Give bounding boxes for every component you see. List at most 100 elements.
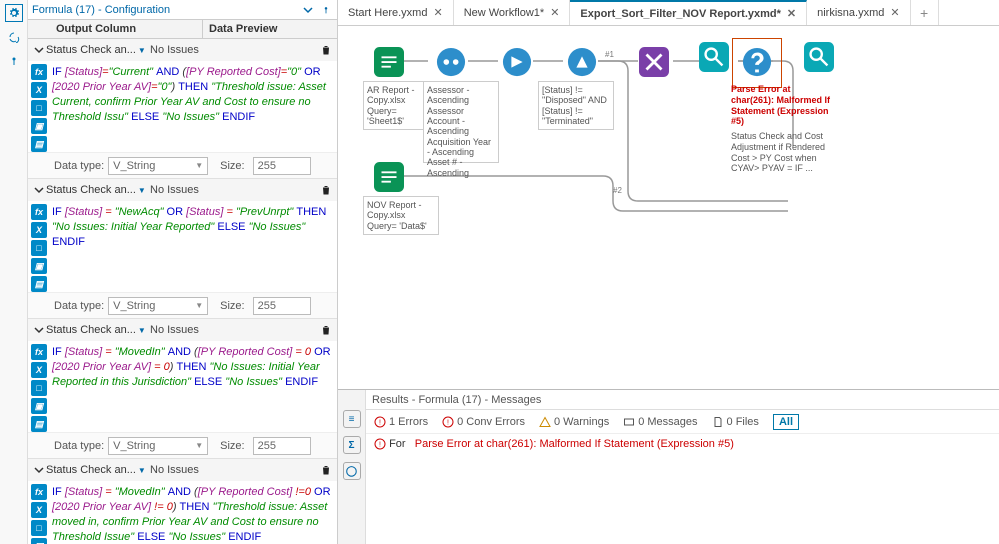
node-formula[interactable] bbox=[741, 46, 773, 78]
option-icon[interactable]: ▤ bbox=[31, 276, 47, 292]
results-side-tabs: ≡ Σ ◯ bbox=[338, 390, 366, 544]
results-row-label: For bbox=[389, 438, 406, 450]
close-icon[interactable]: ✕ bbox=[787, 7, 796, 20]
formula-block: Status Check an...▼No IssuesfxX□▣▤IF [St… bbox=[28, 459, 337, 544]
filter-errors[interactable]: !1 Errors bbox=[374, 416, 428, 428]
anchor-hash2: #2 bbox=[613, 186, 622, 195]
recycle-icon[interactable] bbox=[5, 28, 23, 46]
node-input-ar-report[interactable] bbox=[373, 46, 405, 78]
fx-icon[interactable]: fx bbox=[31, 204, 47, 220]
fx-icon[interactable]: fx bbox=[31, 344, 47, 360]
delete-formula-button[interactable] bbox=[319, 463, 333, 477]
close-icon[interactable]: ✕ bbox=[550, 6, 559, 19]
results-filter-bar: !1 Errors !0 Conv Errors 0 Warnings 0 Me… bbox=[366, 410, 999, 434]
expand-caret[interactable] bbox=[32, 183, 46, 197]
option-icon[interactable]: □ bbox=[31, 100, 47, 116]
option-icon[interactable]: □ bbox=[31, 240, 47, 256]
node-input-nov-report[interactable] bbox=[373, 161, 405, 193]
option-icon[interactable]: ▤ bbox=[31, 136, 47, 152]
size-label: Size: bbox=[220, 160, 244, 172]
formula-list: Status Check an...▼No IssuesfxX□▣▤IF [St… bbox=[28, 39, 337, 544]
gear-icon[interactable] bbox=[5, 4, 23, 22]
node-browse-2[interactable] bbox=[803, 41, 835, 73]
pin-button[interactable] bbox=[319, 3, 333, 17]
config-panel-header: Formula (17) - Configuration bbox=[28, 0, 337, 20]
document-tabs: Start Here.yxmd✕New Workflow1*✕Export_So… bbox=[338, 0, 999, 26]
variable-icon[interactable]: X bbox=[31, 82, 47, 98]
pin-icon[interactable] bbox=[5, 52, 23, 70]
expand-caret[interactable] bbox=[32, 323, 46, 337]
option-icon[interactable]: ▤ bbox=[31, 416, 47, 432]
size-label: Size: bbox=[220, 300, 244, 312]
label-status-filter: [Status] != "Disposed" AND [Status] != "… bbox=[538, 81, 614, 130]
option-icon[interactable]: ▣ bbox=[31, 258, 47, 274]
formula-expression[interactable]: IF [Status] = "NewAcq" OR [Status] = "Pr… bbox=[50, 201, 337, 292]
node-browse-1[interactable] bbox=[698, 41, 730, 73]
tab-label: nirkisna.yxmd bbox=[817, 7, 884, 19]
node-join[interactable] bbox=[638, 46, 670, 78]
collapse-button[interactable] bbox=[301, 3, 315, 17]
size-input[interactable]: 255 bbox=[253, 157, 311, 175]
results-panel: ≡ Σ ◯ Results - Formula (17) - Messages … bbox=[338, 389, 999, 544]
output-column-select[interactable]: Status Check an...▼ bbox=[46, 464, 150, 476]
fx-icon[interactable]: fx bbox=[31, 64, 47, 80]
formula-column-headers: Output Column Data Preview bbox=[28, 20, 337, 39]
formula-expression[interactable]: IF [Status]="Current" AND ([PY Reported … bbox=[50, 61, 337, 152]
tab-0[interactable]: Start Here.yxmd✕ bbox=[338, 0, 454, 25]
workflow-canvas[interactable]: AR Report - Copy.xlsx Query= 'Sheet1$' A… bbox=[338, 26, 999, 389]
formula-block: Status Check an...▼No IssuesfxX□▣▤IF [St… bbox=[28, 179, 337, 319]
close-icon[interactable]: ✕ bbox=[433, 6, 442, 19]
size-input[interactable]: 255 bbox=[253, 437, 311, 455]
output-column-select[interactable]: Status Check an...▼ bbox=[46, 324, 150, 336]
results-title: Results - Formula (17) - Messages bbox=[366, 390, 999, 410]
header-output-column: Output Column bbox=[50, 20, 203, 38]
output-column-select[interactable]: Status Check an...▼ bbox=[46, 44, 150, 56]
anchor-hash1: #1 bbox=[605, 50, 614, 59]
option-icon[interactable]: ▣ bbox=[31, 398, 47, 414]
size-input[interactable]: 255 bbox=[253, 297, 311, 315]
node-sort-2[interactable] bbox=[566, 46, 598, 78]
filter-all[interactable]: All bbox=[773, 414, 799, 430]
results-message-row: ! For Parse Error at char(261): Malforme… bbox=[366, 434, 999, 454]
results-tab-other[interactable]: ◯ bbox=[343, 462, 361, 480]
tab-2[interactable]: Export_Sort_Filter_NOV Report.yxmd* ✕ bbox=[570, 0, 807, 25]
filter-warnings[interactable]: 0 Warnings bbox=[539, 416, 609, 428]
filter-messages[interactable]: 0 Messages bbox=[623, 416, 697, 428]
results-tab-messages[interactable]: ≡ bbox=[343, 410, 361, 428]
variable-icon[interactable]: X bbox=[31, 502, 47, 518]
data-type-select[interactable]: V_String▼ bbox=[108, 297, 208, 315]
option-icon[interactable]: ▣ bbox=[31, 118, 47, 134]
label-assessor: Assessor - Ascending Assessor Account - … bbox=[423, 81, 499, 163]
results-tab-arrow[interactable]: Σ bbox=[343, 436, 361, 454]
formula-tool-icons: fx X □ ▣ ▤ bbox=[28, 61, 50, 152]
node-sort[interactable] bbox=[435, 46, 467, 78]
option-icon[interactable]: ▣ bbox=[31, 538, 47, 544]
filter-conv-errors[interactable]: !0 Conv Errors bbox=[442, 416, 525, 428]
delete-formula-button[interactable] bbox=[319, 43, 333, 57]
output-column-select[interactable]: Status Check an...▼ bbox=[46, 184, 150, 196]
tab-label: Export_Sort_Filter_NOV Report.yxmd* bbox=[580, 8, 781, 20]
formula-expression[interactable]: IF [Status] = "MovedIn" AND ([PY Reporte… bbox=[50, 481, 337, 544]
data-type-label: Data type: bbox=[54, 440, 104, 452]
option-icon[interactable]: □ bbox=[31, 520, 47, 536]
fx-icon[interactable]: fx bbox=[31, 484, 47, 500]
delete-formula-button[interactable] bbox=[319, 183, 333, 197]
variable-icon[interactable]: X bbox=[31, 222, 47, 238]
close-icon[interactable]: ✕ bbox=[890, 6, 899, 19]
data-type-select[interactable]: V_String▼ bbox=[108, 437, 208, 455]
data-type-label: Data type: bbox=[54, 300, 104, 312]
data-type-select[interactable]: V_String▼ bbox=[108, 157, 208, 175]
tab-1[interactable]: New Workflow1* ✕ bbox=[454, 0, 571, 25]
delete-formula-button[interactable] bbox=[319, 323, 333, 337]
expand-caret[interactable] bbox=[32, 43, 46, 57]
new-tab-button[interactable]: + bbox=[911, 0, 939, 25]
tab-3[interactable]: nirkisna.yxmd ✕ bbox=[807, 0, 910, 25]
variable-icon[interactable]: X bbox=[31, 362, 47, 378]
formula-expression[interactable]: IF [Status] = "MovedIn" AND ([PY Reporte… bbox=[50, 341, 337, 432]
node-select[interactable] bbox=[501, 46, 533, 78]
expand-caret[interactable] bbox=[32, 463, 46, 477]
tab-label: New Workflow1* bbox=[464, 7, 545, 19]
option-icon[interactable]: □ bbox=[31, 380, 47, 396]
filter-files[interactable]: 0 Files bbox=[712, 416, 759, 428]
data-preview-value: No Issues bbox=[150, 464, 319, 476]
